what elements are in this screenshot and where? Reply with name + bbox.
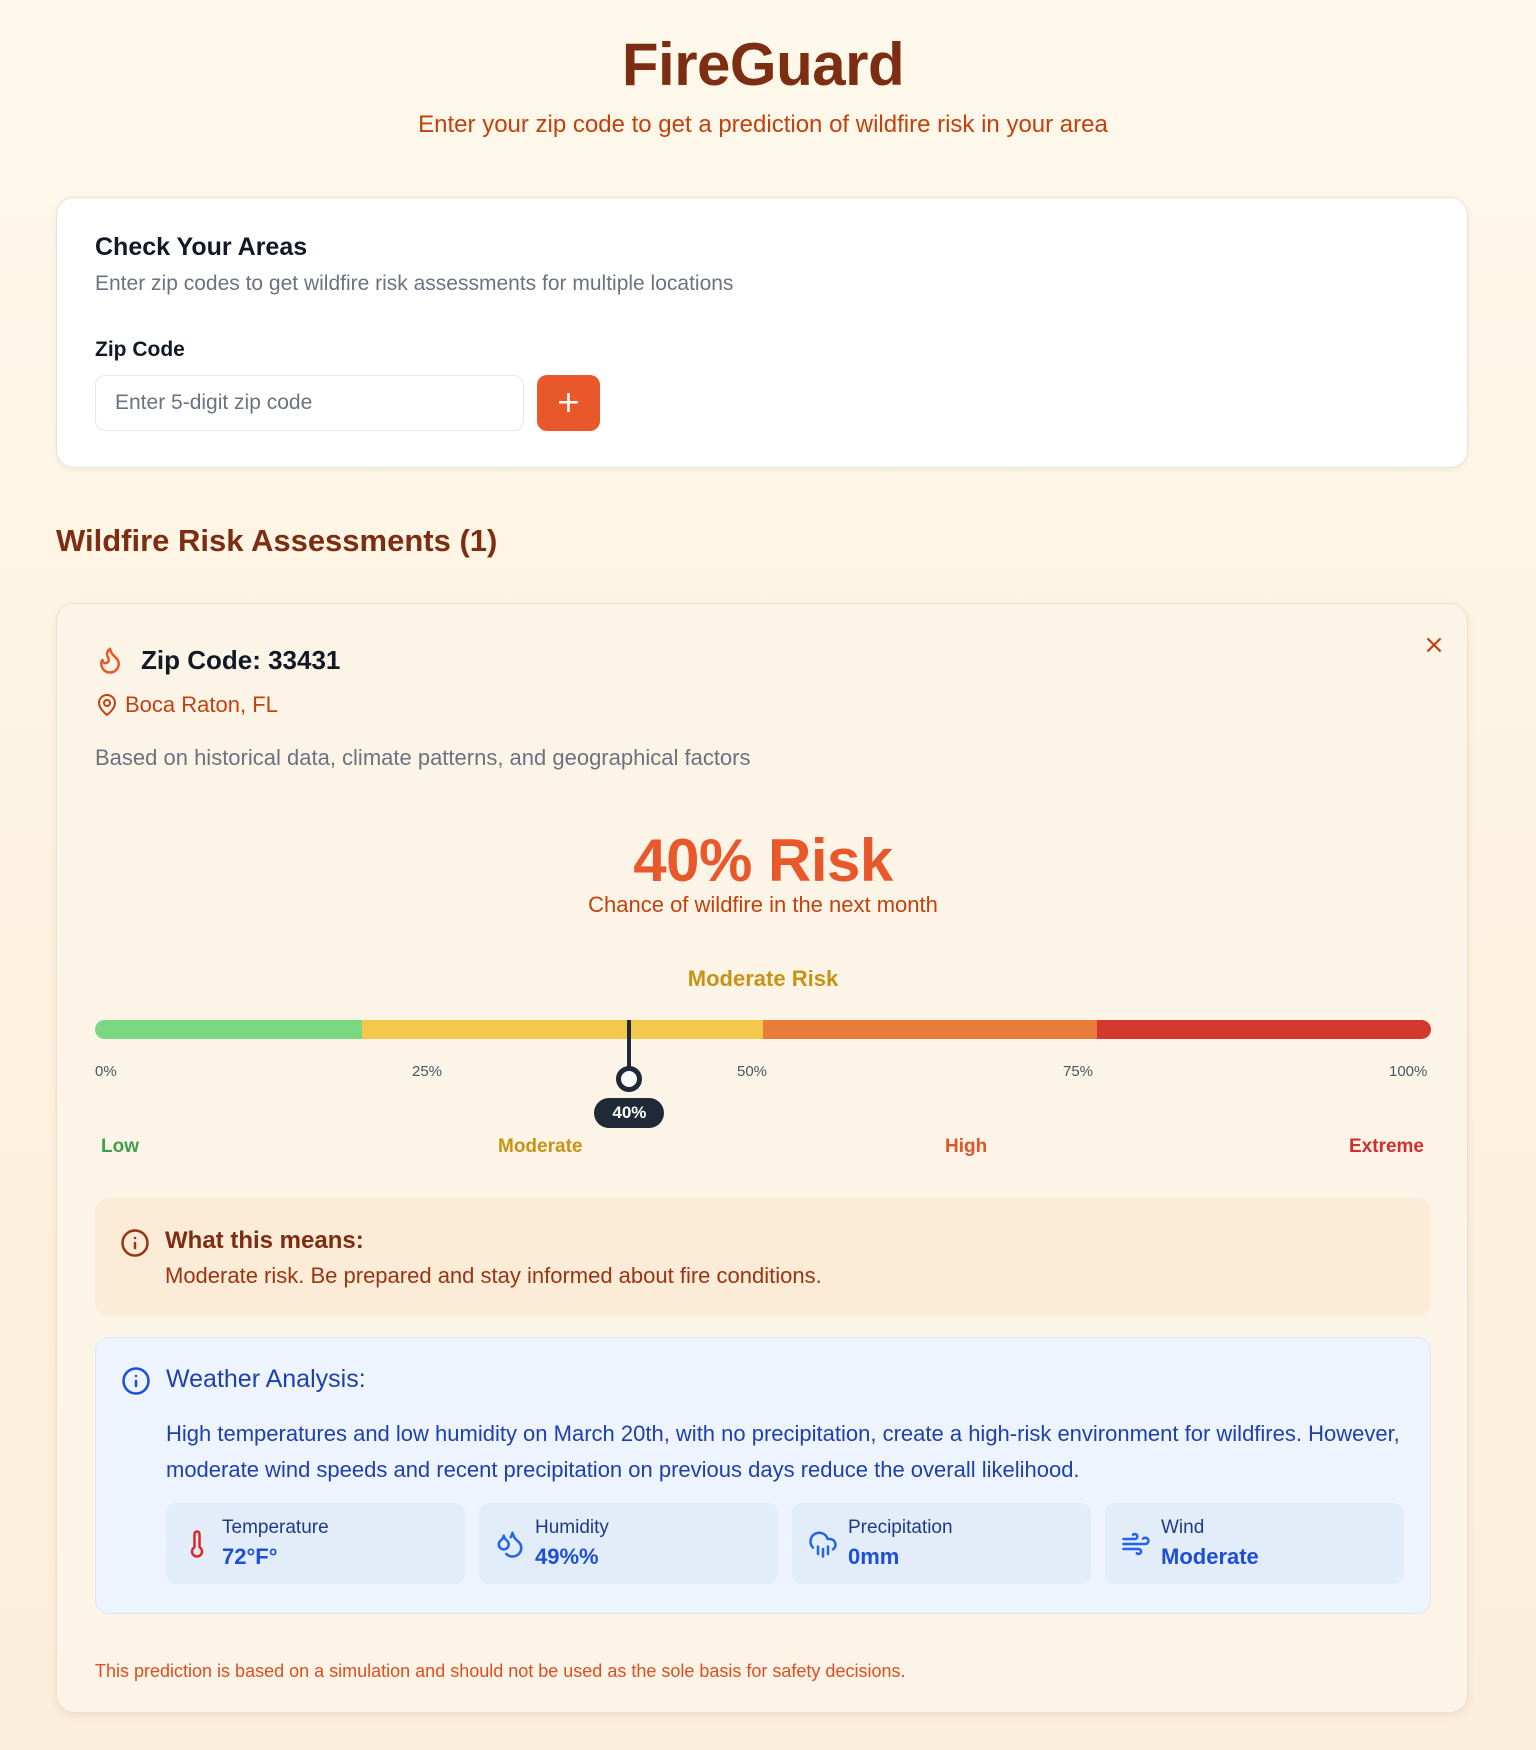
assessment-card: × Zip Code: 33431 Boca Raton, FL Based o… <box>56 603 1468 1713</box>
metric-value: Moderate <box>1161 1544 1259 1569</box>
weather-text: High temperatures and low humidity on Ma… <box>166 1421 1400 1482</box>
scale-tick: 25% <box>412 1063 443 1080</box>
zip-code-title: Zip Code: 33431 <box>141 644 341 675</box>
gauge-segment-extreme <box>1096 1020 1431 1039</box>
zip-code-input[interactable] <box>95 375 524 431</box>
risk-marker-dot <box>616 1066 643 1092</box>
check-areas-card: Check Your Areas Enter zip codes to get … <box>56 197 1468 468</box>
scale-tick: 0% <box>95 1063 117 1080</box>
cloud-rain-icon <box>809 1531 837 1558</box>
info-icon <box>122 1367 150 1395</box>
gauge-segment-high <box>762 1020 1097 1039</box>
weather-analysis-box: Weather Analysis: High temperatures and … <box>95 1337 1431 1614</box>
metric-wind: Wind Moderate <box>1105 1503 1404 1584</box>
close-assessment-button[interactable]: × <box>1419 630 1449 660</box>
risk-subtitle: Chance of wildfire in the next month <box>588 892 938 917</box>
scale-tick: 75% <box>1063 1063 1094 1080</box>
band-label-extreme: Extreme <box>1349 1136 1424 1157</box>
means-text: Moderate risk. Be prepared and stay info… <box>165 1263 822 1288</box>
metric-value: 72°F° <box>222 1544 278 1569</box>
flame-icon <box>100 647 120 674</box>
check-card-title: Check Your Areas <box>95 233 308 261</box>
metric-temperature: Temperature 72°F° <box>166 1503 465 1584</box>
risk-headline: 40% Risk <box>633 827 893 894</box>
band-label-high: High <box>945 1136 988 1157</box>
metric-label: Temperature <box>222 1517 329 1538</box>
metric-value: 0mm <box>848 1544 900 1569</box>
weather-title: Weather Analysis: <box>166 1365 366 1393</box>
metric-humidity: Humidity 49%% <box>479 1503 778 1584</box>
metric-label: Precipitation <box>848 1517 953 1538</box>
info-icon <box>121 1229 149 1257</box>
location-row: Boca Raton, FL <box>95 692 278 718</box>
gauge-segment-low <box>95 1020 363 1039</box>
means-title: What this means: <box>165 1227 364 1254</box>
add-zip-button[interactable]: + <box>537 375 600 431</box>
disclaimer-text: This prediction is based on a simulation… <box>95 1661 906 1681</box>
wind-icon <box>1122 1532 1150 1556</box>
app-title: FireGuard <box>621 31 905 98</box>
band-label-moderate: Moderate <box>498 1136 583 1157</box>
scale-tick: 50% <box>737 1063 768 1080</box>
basis-text: Based on historical data, climate patter… <box>95 745 751 770</box>
scale-tick: 100% <box>1389 1063 1428 1080</box>
gauge-segment-moderate <box>362 1020 763 1039</box>
zip-code-label: Zip Code <box>95 338 185 361</box>
risk-level-label: Moderate Risk <box>687 966 839 991</box>
metric-label: Wind <box>1161 1517 1205 1538</box>
droplets-icon <box>497 1531 523 1558</box>
location-text: Boca Raton, FL <box>125 692 278 717</box>
risk-marker-label: 40% <box>594 1098 665 1128</box>
map-pin-icon <box>98 694 116 716</box>
metric-label: Humidity <box>535 1517 609 1538</box>
check-card-description: Enter zip codes to get wildfire risk ass… <box>95 272 734 295</box>
zip-header: Zip Code: 33431 <box>95 644 340 676</box>
risk-gauge-bar <box>95 1020 1431 1039</box>
metric-value: 49%% <box>535 1544 599 1569</box>
metric-precipitation: Precipitation 0mm <box>792 1503 1091 1584</box>
assessments-heading: Wildfire Risk Assessments (1) <box>56 523 498 558</box>
what-this-means-box: What this means: Moderate risk. Be prepa… <box>95 1198 1431 1316</box>
thermometer-icon <box>190 1530 204 1558</box>
app-subtitle: Enter your zip code to get a prediction … <box>418 111 1108 138</box>
band-label-low: Low <box>101 1136 139 1157</box>
